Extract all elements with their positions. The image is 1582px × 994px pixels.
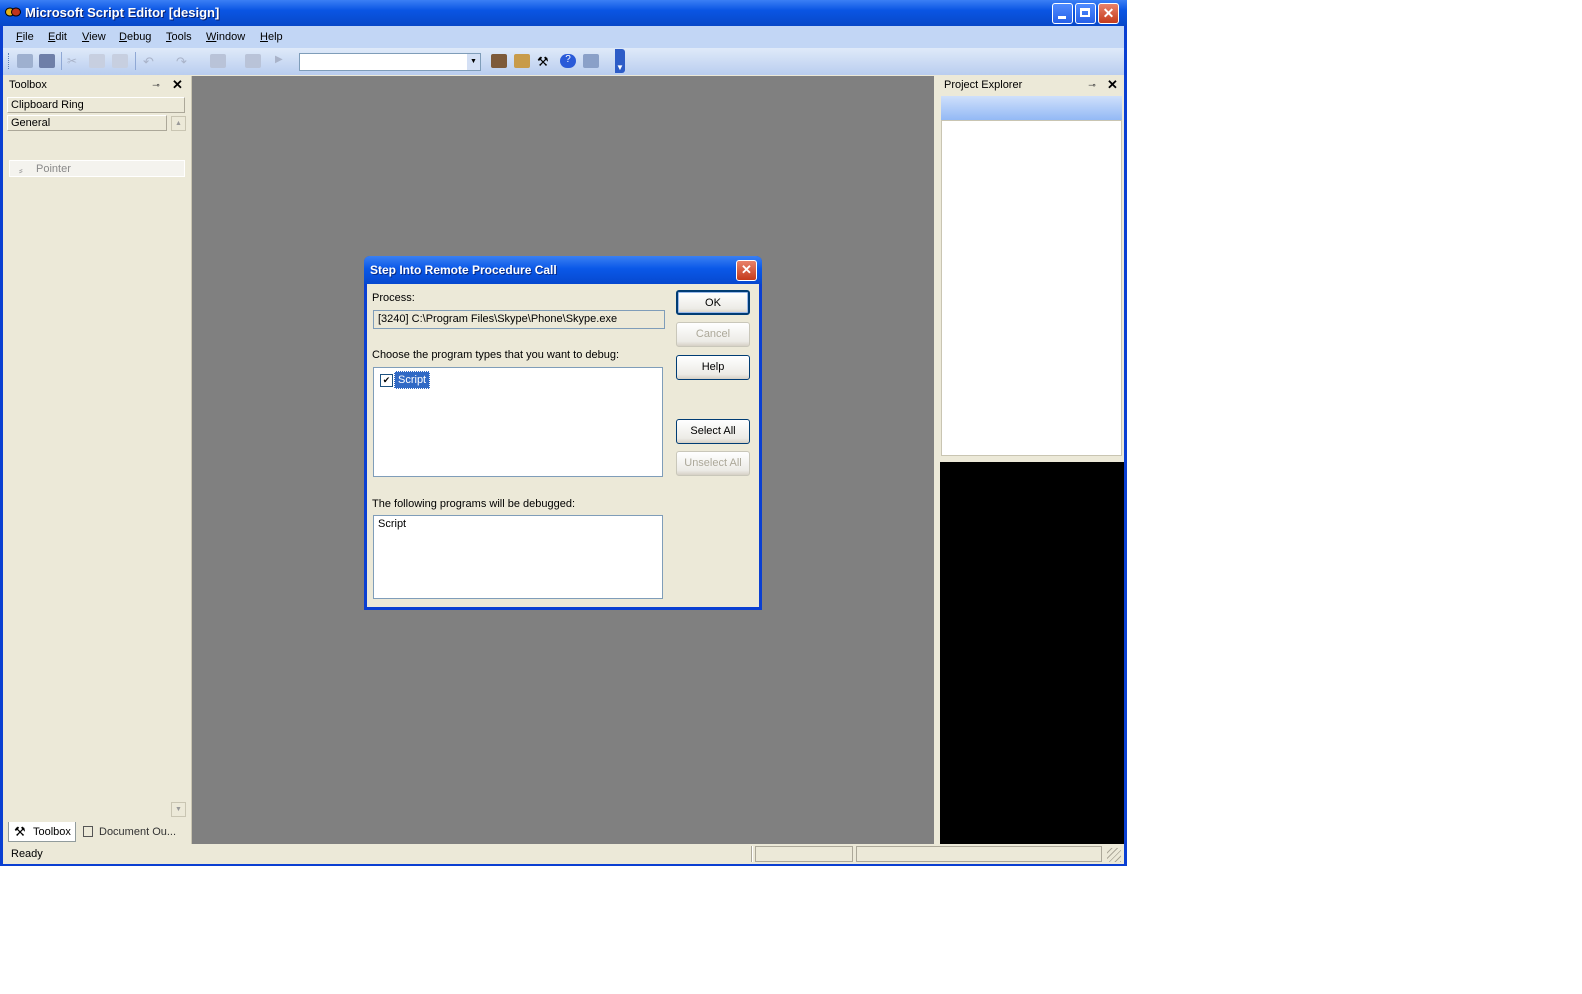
document-outline-icon bbox=[83, 826, 93, 837]
close-button[interactable]: ✕ bbox=[1098, 3, 1119, 24]
paste-icon[interactable] bbox=[112, 54, 128, 68]
scroll-up-icon[interactable]: ▲ bbox=[171, 116, 186, 131]
script-checkbox[interactable]: ✔ bbox=[380, 374, 393, 387]
menu-window[interactable]: Window bbox=[206, 31, 245, 43]
menu-edit[interactable]: Edit bbox=[48, 31, 67, 43]
maximize-button[interactable] bbox=[1075, 3, 1096, 24]
toolbar-overflow-icon[interactable]: ▼ bbox=[615, 49, 625, 73]
program-types-label: Choose the program types that you want t… bbox=[372, 349, 620, 361]
unselect-all-button[interactable]: Unselect All bbox=[676, 451, 750, 476]
close-icon[interactable]: ✕ bbox=[1107, 77, 1118, 93]
dialog-body: Process: [3240] C:\Program Files\Skype\P… bbox=[367, 284, 759, 607]
navigate-forward-icon[interactable] bbox=[245, 54, 261, 68]
status-divider bbox=[751, 846, 753, 862]
close-icon: ✕ bbox=[1102, 5, 1115, 21]
toolbar-grip[interactable] bbox=[8, 53, 12, 69]
step-into-rpc-dialog: Step Into Remote Procedure Call ✕ Proces… bbox=[364, 256, 762, 610]
status-bar: Ready bbox=[3, 844, 1124, 864]
project-explorer-tree[interactable] bbox=[941, 120, 1122, 456]
cancel-button[interactable]: Cancel bbox=[676, 322, 750, 347]
window-titlebar[interactable]: Microsoft Script Editor [design] ✕ bbox=[0, 0, 1127, 26]
toolbox-item-label: Pointer bbox=[36, 163, 71, 175]
tab-toolbox-label: Toolbox bbox=[33, 826, 71, 838]
select-all-button[interactable]: Select All bbox=[676, 419, 750, 444]
copy-icon[interactable] bbox=[89, 54, 105, 68]
menu-view[interactable]: View bbox=[82, 31, 106, 43]
minimize-button[interactable] bbox=[1052, 3, 1073, 24]
toolbox-section-clipboard-ring[interactable]: Clipboard Ring bbox=[7, 97, 185, 113]
project-explorer-header: Project Explorer ⊸ ✕ bbox=[937, 76, 1124, 94]
debugged-programs-label: The following programs will be debugged: bbox=[372, 498, 576, 510]
cut-icon[interactable]: ✂ bbox=[67, 54, 83, 68]
properties-icon[interactable] bbox=[514, 54, 530, 68]
dialog-close-button[interactable]: ✕ bbox=[736, 260, 757, 281]
standard-toolbar: ✂ ↶ ↷ ▶ ▼ ⚒ ? ▼ bbox=[3, 48, 1124, 75]
menu-debug[interactable]: Debug bbox=[119, 31, 151, 43]
toolbox-title: Toolbox bbox=[9, 79, 47, 91]
navigate-back-icon[interactable] bbox=[210, 54, 226, 68]
resize-grip-icon[interactable] bbox=[1107, 848, 1121, 862]
dialog-title: Step Into Remote Procedure Call bbox=[370, 263, 557, 277]
status-panel bbox=[856, 846, 1102, 862]
scroll-down-icon[interactable]: ▼ bbox=[171, 802, 186, 817]
toolbox-tab-strip: ⚒ Toolbox Document Ou... bbox=[5, 822, 191, 844]
undo-icon[interactable]: ↶ bbox=[143, 54, 159, 69]
program-type-script[interactable]: Script bbox=[394, 371, 431, 389]
maximize-icon bbox=[1080, 8, 1090, 17]
debugged-programs-list: Script bbox=[373, 515, 663, 599]
help-icon[interactable]: ? bbox=[560, 54, 576, 68]
project-explorer-pane: Project Explorer ⊸ ✕ bbox=[937, 76, 1124, 844]
close-icon: ✕ bbox=[741, 262, 752, 277]
toolbox-section-general[interactable]: General bbox=[7, 115, 167, 131]
solution-config-combo[interactable]: ▼ bbox=[299, 53, 481, 71]
options-icon[interactable] bbox=[583, 54, 599, 68]
script-editor-app-icon bbox=[5, 7, 21, 17]
process-field: [3240] C:\Program Files\Skype\Phone\Skyp… bbox=[373, 310, 665, 329]
menu-file[interactable]: File bbox=[16, 31, 34, 43]
toolbar-separator bbox=[61, 52, 62, 70]
ok-button[interactable]: OK bbox=[676, 290, 750, 315]
toolbox-header: Toolbox ⊸ ✕ bbox=[5, 76, 191, 94]
chevron-down-icon[interactable]: ▼ bbox=[467, 54, 480, 70]
toolbox-icon[interactable]: ⚒ bbox=[537, 54, 553, 69]
dialog-titlebar[interactable]: Step Into Remote Procedure Call ✕ bbox=[364, 256, 762, 284]
start-icon[interactable]: ▶ bbox=[275, 54, 291, 68]
tab-document-outline[interactable]: Document Ou... bbox=[78, 822, 186, 842]
pin-icon[interactable]: ⊸ bbox=[1087, 80, 1097, 90]
project-explorer-toolbar bbox=[941, 96, 1122, 120]
properties-panel bbox=[940, 462, 1124, 844]
redo-icon[interactable]: ↷ bbox=[176, 54, 192, 69]
process-label: Process: bbox=[372, 292, 415, 304]
help-button[interactable]: Help bbox=[676, 355, 750, 380]
toolbar-separator bbox=[135, 52, 136, 70]
menu-tools[interactable]: Tools bbox=[166, 31, 192, 43]
menu-help[interactable]: Help bbox=[260, 31, 283, 43]
pin-icon[interactable]: ⊸ bbox=[151, 80, 161, 90]
project-explorer-icon[interactable] bbox=[491, 54, 507, 68]
window-title: Microsoft Script Editor [design] bbox=[25, 5, 220, 20]
status-text: Ready bbox=[11, 848, 43, 860]
toolbox-icon: ⚒ bbox=[14, 824, 26, 839]
debugged-program-item: Script bbox=[378, 518, 407, 530]
close-icon[interactable]: ✕ bbox=[172, 77, 183, 93]
tab-toolbox[interactable]: ⚒ Toolbox bbox=[8, 822, 76, 842]
pointer-icon: ⸗ bbox=[19, 165, 23, 177]
tab-document-outline-label: Document Ou... bbox=[99, 826, 177, 838]
toolbox-pane: Toolbox ⊸ ✕ Clipboard Ring General ▲ ⸗ P… bbox=[5, 76, 193, 844]
program-types-list[interactable]: ✔ Script bbox=[373, 367, 663, 477]
save-all-icon[interactable] bbox=[39, 54, 55, 68]
menu-bar: File Edit View Debug Tools Window Help bbox=[3, 26, 1124, 48]
toolbox-item-pointer[interactable]: ⸗ Pointer bbox=[9, 160, 185, 177]
status-panel bbox=[755, 846, 853, 862]
project-explorer-title: Project Explorer bbox=[944, 79, 1023, 91]
save-icon[interactable] bbox=[17, 54, 33, 68]
minimize-icon bbox=[1058, 16, 1066, 19]
